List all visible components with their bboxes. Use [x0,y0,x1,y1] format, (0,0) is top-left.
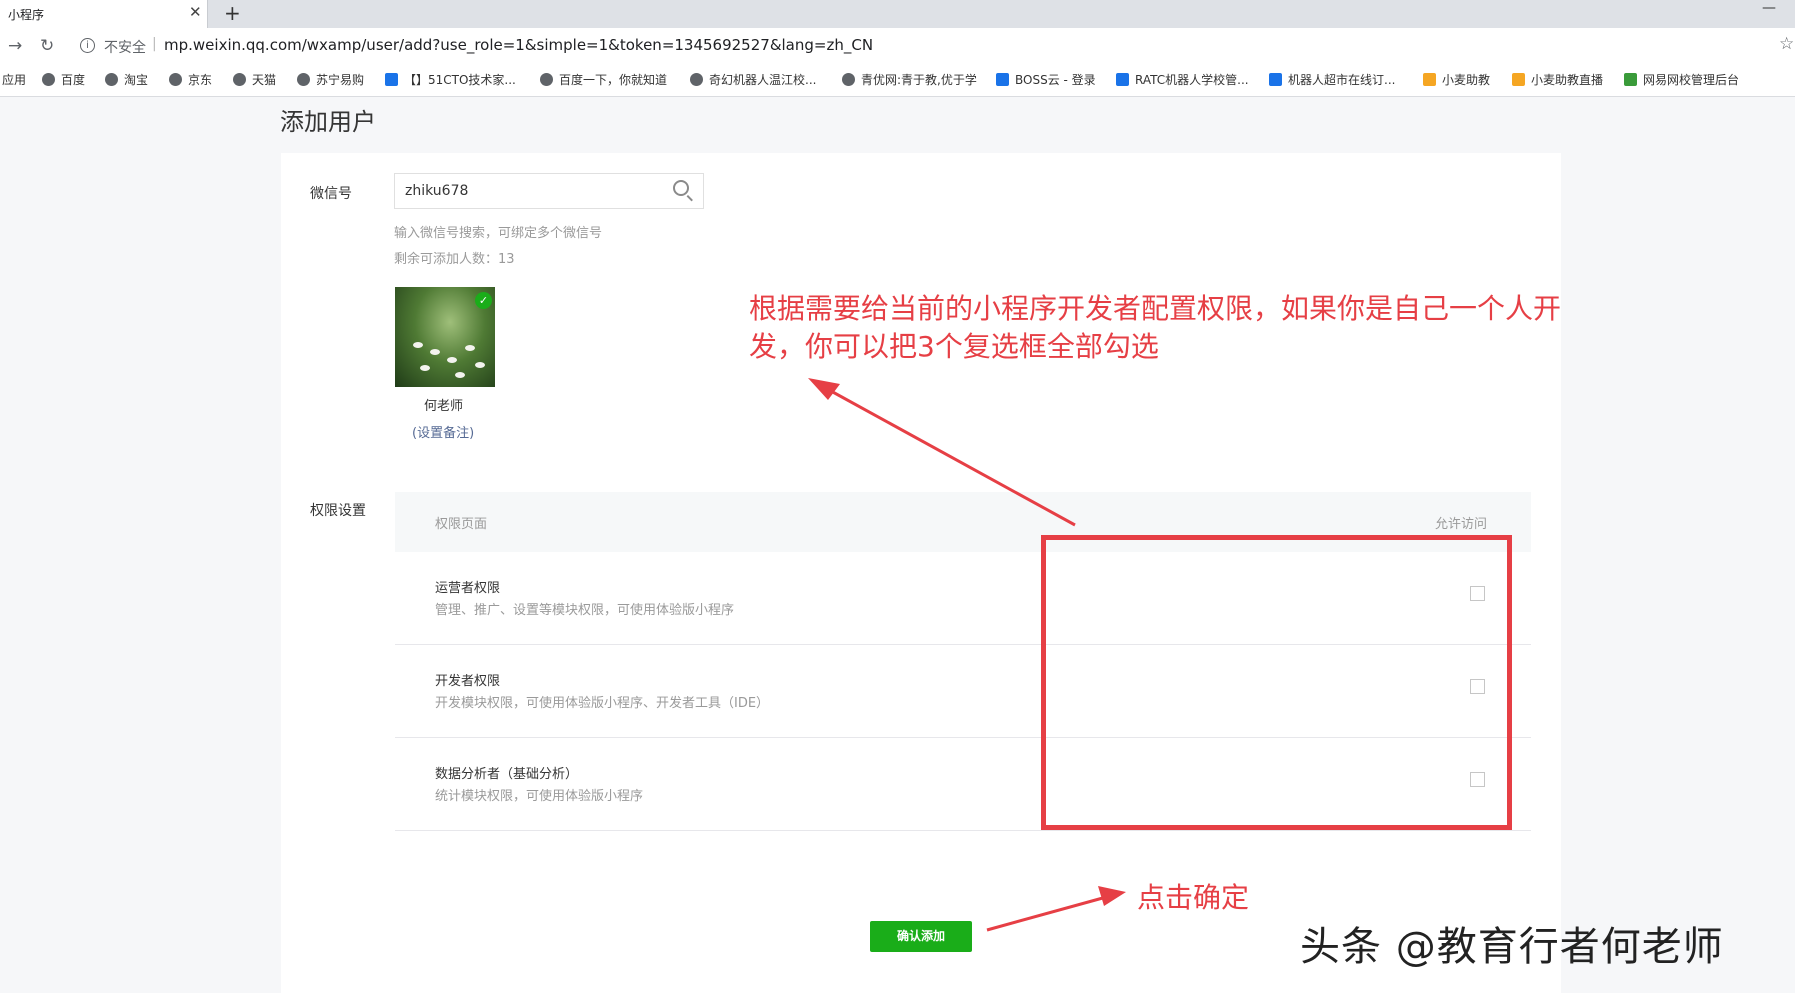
watermark: 头条 @教育行者何老师 [1300,924,1724,970]
annotation-arrows [808,378,1126,932]
arrow-line-to-note [819,383,1076,527]
arrow-head-to-confirm-note [1098,886,1126,906]
arrow-line-to-confirm-note [986,894,1111,932]
arrow-head-to-note [808,378,840,400]
